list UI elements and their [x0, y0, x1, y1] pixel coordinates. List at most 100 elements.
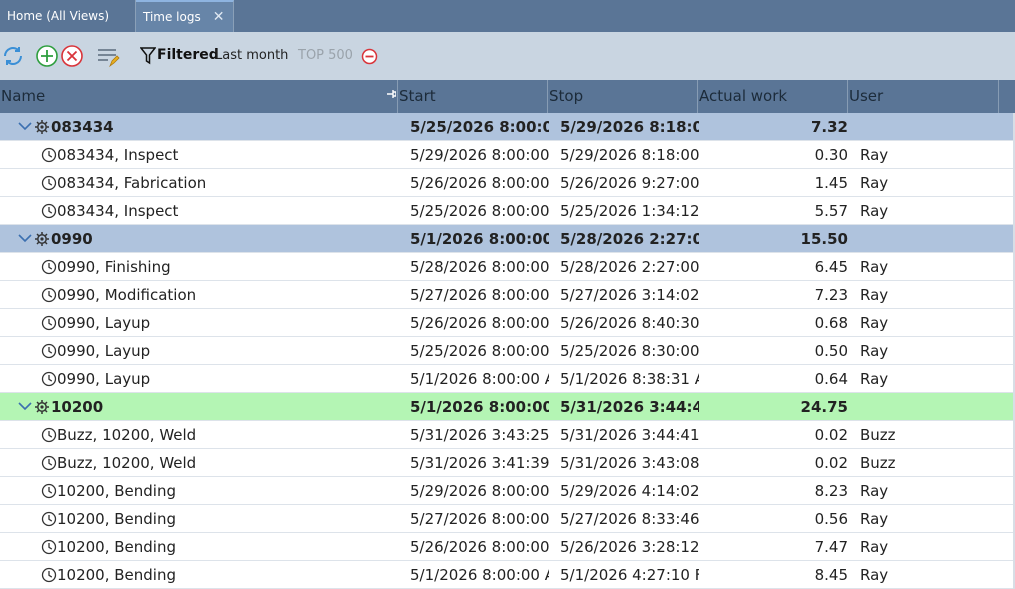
actual-work-cell[interactable]: 0.30 — [700, 141, 848, 168]
table-row[interactable]: Buzz, 10200, Weld 5/31/2026 3:41:39 5/31/2… — [0, 449, 1015, 477]
start-cell[interactable]: 5/27/2026 8:00:00 — [410, 505, 549, 532]
actual-work-cell[interactable]: 0.68 — [700, 309, 848, 336]
table-row[interactable]: 10200, Bending 5/1/2026 8:00:00 A 5/1/2026… — [0, 561, 1015, 589]
name-cell[interactable]: 10200, Bending — [0, 533, 398, 560]
chevron-down-icon[interactable] — [18, 401, 32, 411]
edit-list-icon[interactable] — [96, 44, 120, 68]
table-row[interactable]: 083434, Fabrication 5/26/2026 8:00:00 5/26… — [0, 169, 1015, 197]
close-tab-icon[interactable]: ✕ — [213, 10, 225, 24]
actual-work-cell[interactable]: 0.02 — [700, 449, 848, 476]
start-cell[interactable]: 5/26/2026 8:00:00 — [410, 533, 549, 560]
start-cell[interactable]: 5/1/2026 8:00:00 A — [410, 365, 549, 392]
user-cell[interactable]: Ray — [860, 337, 998, 364]
table-row[interactable]: 0990, Layup 5/25/2026 8:00:00 5/25/2026 8:… — [0, 337, 1015, 365]
start-cell[interactable]: 5/25/2026 8:00:0 — [410, 113, 549, 140]
column-header-stop[interactable]: Stop — [548, 80, 698, 113]
table-row[interactable]: 10200, Bending 5/26/2026 8:00:00 5/26/2026… — [0, 533, 1015, 561]
actual-work-cell[interactable]: 5.57 — [700, 197, 848, 224]
group-row[interactable]: 10200 5/1/2026 8:00:00 5/31/2026 3:44:4 24.… — [0, 393, 1015, 421]
table-row[interactable]: 083434, Inspect 5/29/2026 8:00:00 5/29/202… — [0, 141, 1015, 169]
chevron-down-icon[interactable] — [18, 121, 32, 131]
table-row[interactable]: 0990, Layup 5/1/2026 8:00:00 A 5/1/2026 8:… — [0, 365, 1015, 393]
stop-cell[interactable]: 5/1/2026 8:38:31 A — [560, 365, 699, 392]
name-cell[interactable]: 10200, Bending — [0, 477, 398, 504]
stop-cell[interactable]: 5/27/2026 8:33:46 — [560, 505, 699, 532]
group-row[interactable]: 083434 5/25/2026 8:00:0 5/29/2026 8:18:0 7.… — [0, 113, 1015, 141]
pin-icon[interactable] — [386, 88, 396, 100]
start-cell[interactable]: 5/1/2026 8:00:00 — [410, 393, 549, 420]
name-cell[interactable]: 083434, Inspect — [0, 197, 398, 224]
filter-label[interactable]: Filtered — [157, 47, 219, 63]
table-row[interactable]: 10200, Bending 5/27/2026 8:00:00 5/27/2026… — [0, 505, 1015, 533]
user-cell[interactable]: Ray — [860, 533, 998, 560]
actual-work-cell[interactable]: 7.32 — [700, 113, 848, 140]
name-cell[interactable]: 083434, Fabrication — [0, 169, 398, 196]
user-cell[interactable]: Buzz — [860, 421, 998, 448]
user-cell[interactable]: Ray — [860, 309, 998, 336]
user-cell[interactable]: Ray — [860, 281, 998, 308]
actual-work-cell[interactable]: 24.75 — [700, 393, 848, 420]
table-row[interactable]: 0990, Finishing 5/28/2026 8:00:00 5/28/202… — [0, 253, 1015, 281]
start-cell[interactable]: 5/29/2026 8:00:00 — [410, 141, 549, 168]
stop-cell[interactable]: 5/1/2026 4:27:10 F — [560, 561, 699, 588]
stop-cell[interactable]: 5/25/2026 1:34:12 — [560, 197, 699, 224]
start-cell[interactable]: 5/25/2026 8:00:00 — [410, 337, 549, 364]
stop-cell[interactable]: 5/28/2026 2:27:0 — [560, 225, 699, 252]
add-icon[interactable] — [35, 44, 59, 68]
name-cell[interactable]: 10200, Bending — [0, 505, 398, 532]
name-cell[interactable]: 0990, Layup — [0, 337, 398, 364]
start-cell[interactable]: 5/31/2026 3:41:39 — [410, 449, 549, 476]
actual-work-cell[interactable]: 7.23 — [700, 281, 848, 308]
name-cell[interactable]: 10200, Bending — [0, 561, 398, 588]
user-cell[interactable]: Ray — [860, 169, 998, 196]
start-cell[interactable]: 5/26/2026 8:00:00 — [410, 309, 549, 336]
name-cell[interactable]: 0990, Modification — [0, 281, 398, 308]
column-header-user[interactable]: User — [848, 80, 999, 113]
stop-cell[interactable]: 5/31/2026 3:44:4 — [560, 393, 699, 420]
actual-work-cell[interactable]: 6.45 — [700, 253, 848, 280]
table-row[interactable]: 0990, Layup 5/26/2026 8:00:00 5/26/2026 8:… — [0, 309, 1015, 337]
name-cell[interactable]: 10200 — [0, 393, 398, 420]
column-header-name[interactable]: Name — [0, 80, 398, 113]
name-cell[interactable]: 0990, Layup — [0, 365, 398, 392]
user-cell[interactable]: Ray — [860, 141, 998, 168]
actual-work-cell[interactable]: 15.50 — [700, 225, 848, 252]
column-header-actual-work[interactable]: Actual work — [698, 80, 848, 113]
actual-work-cell[interactable]: 1.45 — [700, 169, 848, 196]
user-cell[interactable]: Ray — [860, 365, 998, 392]
user-cell[interactable] — [860, 393, 998, 420]
actual-work-cell[interactable]: 0.64 — [700, 365, 848, 392]
start-cell[interactable]: 5/25/2026 8:00:00 — [410, 197, 549, 224]
stop-cell[interactable]: 5/28/2026 2:27:00 — [560, 253, 699, 280]
name-cell[interactable]: 083434, Inspect — [0, 141, 398, 168]
start-cell[interactable]: 5/31/2026 3:43:25 — [410, 421, 549, 448]
start-cell[interactable]: 5/26/2026 8:00:00 — [410, 169, 549, 196]
user-cell[interactable]: Ray — [860, 477, 998, 504]
name-cell[interactable]: 083434 — [0, 113, 398, 140]
stop-cell[interactable]: 5/31/2026 3:43:08 — [560, 449, 699, 476]
actual-work-cell[interactable]: 7.47 — [700, 533, 848, 560]
user-cell[interactable]: Ray — [860, 561, 998, 588]
user-cell[interactable]: Buzz — [860, 449, 998, 476]
user-cell[interactable] — [860, 225, 998, 252]
name-cell[interactable]: 0990, Finishing — [0, 253, 398, 280]
user-cell[interactable]: Ray — [860, 505, 998, 532]
filter-value[interactable]: Last month — [215, 48, 288, 63]
start-cell[interactable]: 5/29/2026 8:00:00 — [410, 477, 549, 504]
table-row[interactable]: 083434, Inspect 5/25/2026 8:00:00 5/25/202… — [0, 197, 1015, 225]
start-cell[interactable]: 5/27/2026 8:00:00 — [410, 281, 549, 308]
start-cell[interactable]: 5/1/2026 8:00:00 A — [410, 561, 549, 588]
column-header-start[interactable]: Start — [398, 80, 548, 113]
stop-cell[interactable]: 5/27/2026 3:14:02 — [560, 281, 699, 308]
group-row[interactable]: 0990 5/1/2026 8:00:00 5/28/2026 2:27:0 15.5… — [0, 225, 1015, 253]
stop-cell[interactable]: 5/29/2026 8:18:00 — [560, 141, 699, 168]
stop-cell[interactable]: 5/31/2026 3:44:41 — [560, 421, 699, 448]
actual-work-cell[interactable]: 0.02 — [700, 421, 848, 448]
start-cell[interactable]: 5/1/2026 8:00:00 — [410, 225, 549, 252]
start-cell[interactable]: 5/28/2026 8:00:00 — [410, 253, 549, 280]
stop-cell[interactable]: 5/29/2026 8:18:0 — [560, 113, 699, 140]
actual-work-cell[interactable]: 8.45 — [700, 561, 848, 588]
chevron-down-icon[interactable] — [18, 233, 32, 243]
filter-icon[interactable] — [140, 46, 156, 66]
tab-time-logs[interactable]: Time logs ✕ — [136, 0, 234, 32]
